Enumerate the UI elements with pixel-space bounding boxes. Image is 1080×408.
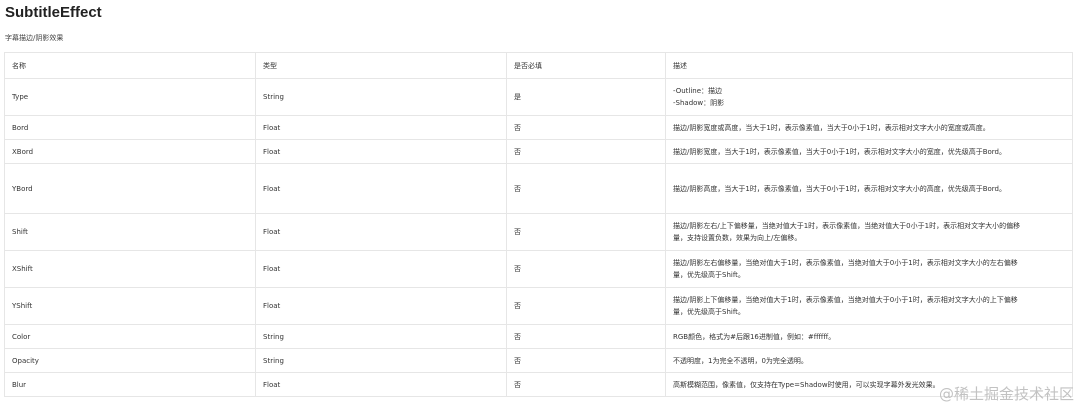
table-row: XBord Float 否描边/阴影宽度，当大于1时，表示像素值，当大于0小于1时，… [4, 139, 1073, 164]
cell-name: XShift [4, 250, 256, 288]
cell-type: Float [255, 213, 507, 251]
cell-name: Color [4, 324, 256, 349]
table-row: Shift Float 否描边/阴影左右/上下偏移量，当绝对值大于1时，表示像素值，… [4, 213, 1073, 251]
cell-type: Float [255, 115, 507, 140]
cell-description: 描边/阴影高度，当大于1时，表示像素值，当大于0小于1时，表示相对文字大小的高度… [665, 163, 1073, 214]
description-line: 描边/阴影左右偏移量，当绝对值大于1时，表示像素值，当绝对值大于0小于1时，表示… [673, 259, 1018, 267]
table-body: Type String 是 -Outline：描边 -Shadow：阴影 Bord Floa… [4, 78, 1073, 397]
description-line: -Shadow：阴影 [673, 99, 725, 107]
cell-required: 否 [506, 115, 666, 140]
cell-required: 否 [506, 348, 666, 373]
cell-description: RGB颜色，格式为#后跟16进制值，例如：#ffffff。 [665, 324, 1073, 349]
cell-name: Shift [4, 213, 256, 251]
table-row: Color String 否 RGB颜色，格式为#后跟16进制值，例如：#ffffff… [4, 324, 1073, 349]
cell-name: Blur [4, 372, 256, 397]
table-row: Opacity String 否不透明度，1为完全不透明，0为完全透明。 [4, 348, 1073, 373]
cell-name: XBord [4, 139, 256, 164]
cell-name: Type [4, 78, 256, 116]
parameter-table: 名称 类型 是否必填 描述 Type String 是 -Outline：描边 -Sha… [4, 52, 1073, 397]
page-title: SubtitleEffect [5, 4, 102, 21]
cell-name: YBord [4, 163, 256, 214]
cell-description: 描边/阴影左右偏移量，当绝对值大于1时，表示像素值，当绝对值大于0小于1时，表示… [665, 250, 1073, 288]
cell-name: Bord [4, 115, 256, 140]
cell-description: 描边/阴影上下偏移量，当绝对值大于1时，表示像素值，当绝对值大于0小于1时，表示… [665, 287, 1073, 325]
description-line: 描边/阴影高度，当大于1时，表示像素值，当大于0小于1时，表示相对文字大小的高度… [673, 184, 1007, 193]
cell-type: String [255, 348, 507, 373]
cell-required: 否 [506, 139, 666, 164]
table-row: YShift Float 否描边/阴影上下偏移量，当绝对值大于1时，表示像素值，当绝… [4, 287, 1073, 325]
cell-description: 描边/阴影宽度或高度，当大于1时，表示像素值，当大于0小于1时，表示相对文字大小… [665, 115, 1073, 140]
cell-type: String [255, 324, 507, 349]
table-row: Blur Float 否高斯模糊范围，像素值，仅支持在Type=Shadow时使用，… [4, 372, 1073, 397]
cell-required: 否 [506, 324, 666, 349]
description-line: 描边/阴影左右/上下偏移量，当绝对值大于1时，表示像素值，当绝对值大于0小于1时… [673, 222, 1021, 230]
description-line: 量，优先级高于Shift。 [673, 271, 745, 279]
cell-description: -Outline：描边 -Shadow：阴影 [665, 78, 1073, 116]
cell-description: 描边/阴影左右/上下偏移量，当绝对值大于1时，表示像素值，当绝对值大于0小于1时… [665, 213, 1073, 251]
watermark: @稀土掘金技术社区 [938, 385, 1074, 403]
description-line: 描边/阴影上下偏移量，当绝对值大于1时，表示像素值，当绝对值大于0小于1时，表示… [673, 296, 1018, 304]
cell-required: 否 [506, 163, 666, 214]
cell-name: YShift [4, 287, 256, 325]
cell-name: Opacity [4, 348, 256, 373]
description-line: 描边/阴影宽度或高度，当大于1时，表示像素值，当大于0小于1时，表示相对文字大小… [673, 123, 990, 132]
table-header-row: 名称 类型 是否必填 描述 [4, 52, 1073, 79]
header-required: 是否必填 [506, 52, 666, 79]
description-line: 量，优先级高于Shift。 [673, 308, 745, 316]
table-row: Type String 是 -Outline：描边 -Shadow：阴影 [4, 78, 1073, 116]
description-line: 量，支持设置负数，效果为向上/左偏移。 [673, 234, 802, 242]
cell-required: 是 [506, 78, 666, 116]
cell-description: 描边/阴影宽度，当大于1时，表示像素值，当大于0小于1时，表示相对文字大小的宽度… [665, 139, 1073, 164]
cell-type: String [255, 78, 507, 116]
cell-description: 不透明度，1为完全不透明，0为完全透明。 [665, 348, 1073, 373]
cell-type: Float [255, 372, 507, 397]
table-row: XShift Float 否描边/阴影左右偏移量，当绝对值大于1时，表示像素值，当绝… [4, 250, 1073, 288]
cell-type: Float [255, 163, 507, 214]
cell-required: 否 [506, 213, 666, 251]
cell-required: 否 [506, 250, 666, 288]
description-line: -Outline：描边 [673, 87, 723, 95]
description-line: RGB颜色，格式为#后跟16进制值，例如：#ffffff。 [673, 332, 836, 341]
page-subtitle: 字幕描边/阴影效果 [5, 34, 64, 42]
cell-type: Float [255, 139, 507, 164]
cell-type: Float [255, 287, 507, 325]
header-type: 类型 [255, 52, 507, 79]
cell-required: 否 [506, 287, 666, 325]
cell-type: Float [255, 250, 507, 288]
description-line: 描边/阴影宽度，当大于1时，表示像素值，当大于0小于1时，表示相对文字大小的宽度… [673, 147, 1007, 156]
table-row: YBord Float 否描边/阴影高度，当大于1时，表示像素值，当大于0小于1时，… [4, 163, 1073, 214]
table-row: Bord Float 否描边/阴影宽度或高度，当大于1时，表示像素值，当大于0小于1… [4, 115, 1073, 140]
cell-required: 否 [506, 372, 666, 397]
header-description: 描述 [665, 52, 1073, 79]
description-line: 不透明度，1为完全不透明，0为完全透明。 [673, 356, 808, 365]
header-name: 名称 [4, 52, 256, 79]
